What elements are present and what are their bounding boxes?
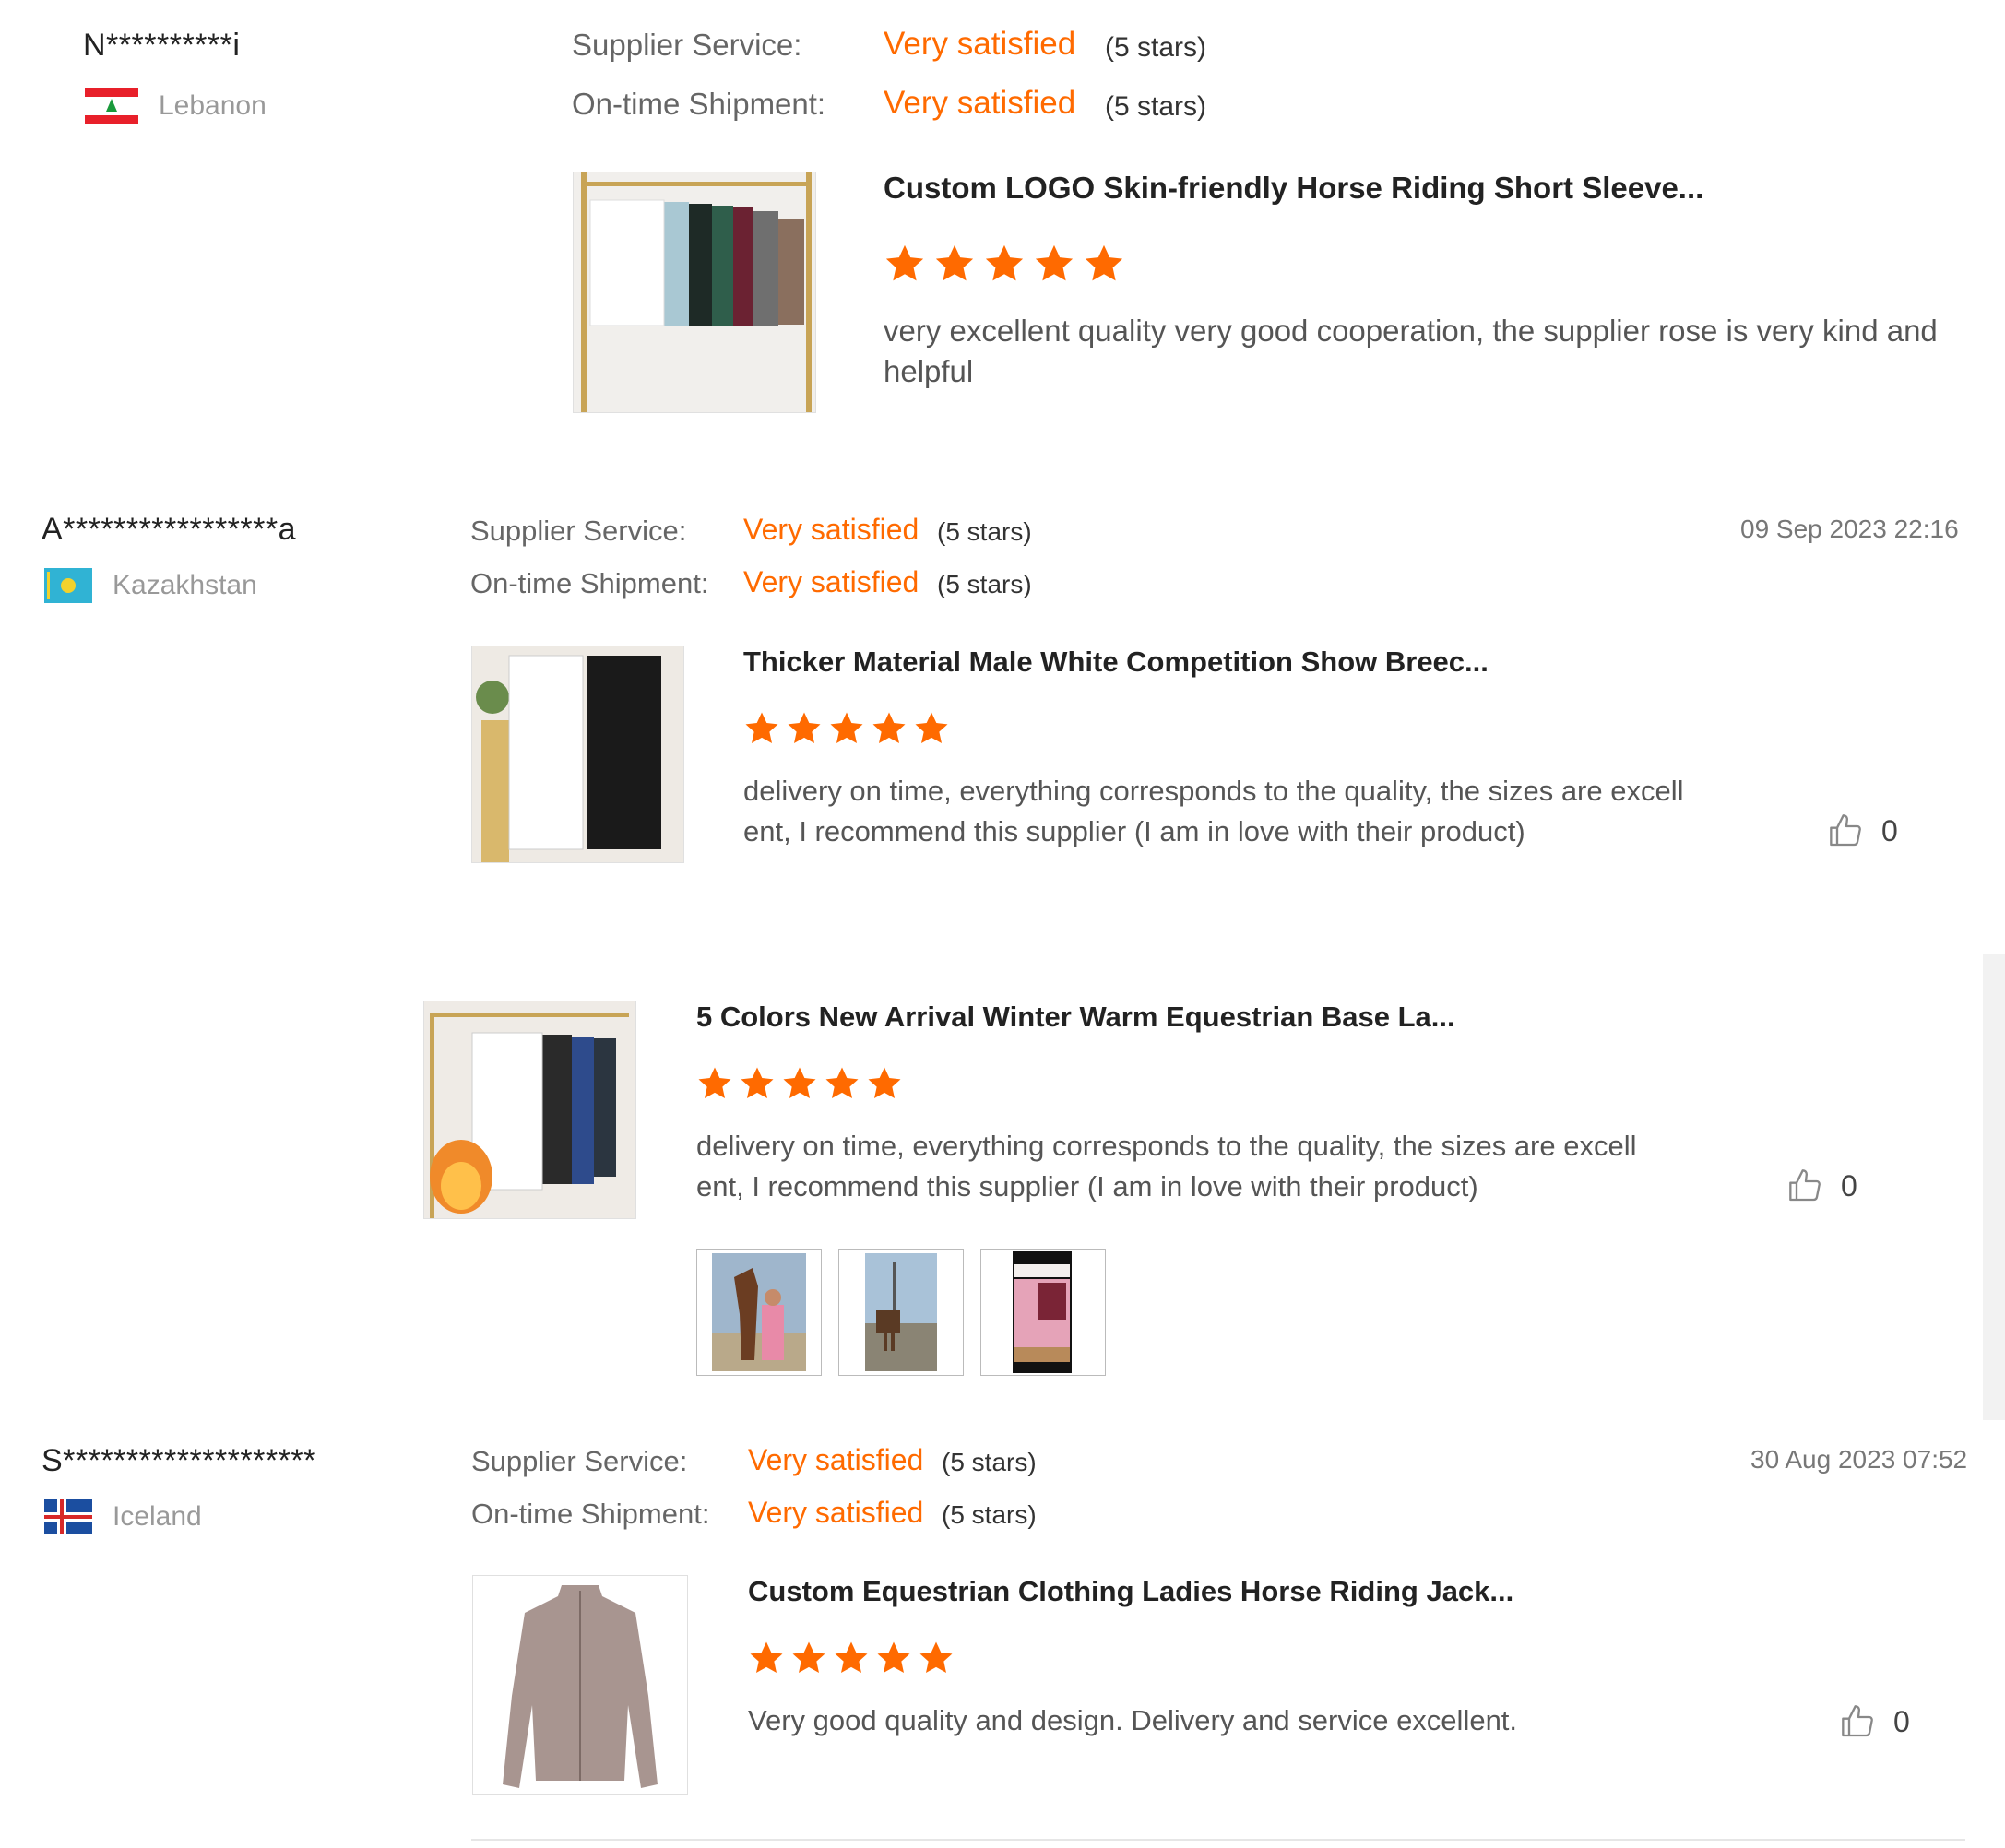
breeches-image bbox=[472, 646, 683, 862]
shipment-stars: (5 stars) bbox=[942, 1500, 1037, 1529]
lebanon-flag-icon bbox=[85, 88, 138, 124]
comment-line: delivery on time, everything corresponds… bbox=[696, 1130, 1637, 1162]
star-icon bbox=[790, 1640, 827, 1676]
supplier-service-value: Very satisfied bbox=[743, 513, 919, 546]
shipment-label: On-time Shipment: bbox=[471, 1498, 710, 1530]
star-icon bbox=[884, 243, 926, 285]
comment-line: delivery on time, everything corresponds… bbox=[743, 775, 1684, 807]
horse-photo-image bbox=[697, 1250, 821, 1375]
shipment-stars: (5 stars) bbox=[1105, 91, 1207, 122]
product-image[interactable] bbox=[573, 172, 816, 413]
reviewer-name: A*****************a bbox=[42, 512, 297, 547]
star-icon bbox=[696, 1065, 733, 1102]
product-rating bbox=[743, 710, 950, 747]
country-name: Kazakhstan bbox=[113, 570, 257, 600]
star-icon bbox=[743, 710, 780, 747]
comment-line: ent, I recommend this supplier (I am in … bbox=[696, 1170, 1478, 1202]
shipment-label: On-time Shipment: bbox=[572, 87, 826, 121]
supplier-service-label: Supplier Service: bbox=[572, 28, 802, 62]
reviewer-country: Iceland bbox=[44, 1499, 202, 1534]
review-date: 30 Aug 2023 07:52 bbox=[1750, 1445, 1968, 1474]
star-icon bbox=[748, 1640, 785, 1676]
star-icon bbox=[866, 1065, 903, 1102]
star-icon bbox=[913, 710, 950, 747]
star-icon bbox=[875, 1640, 912, 1676]
country-name: Lebanon bbox=[159, 90, 267, 121]
star-icon bbox=[1033, 243, 1075, 285]
reviewer-country: Kazakhstan bbox=[44, 568, 257, 603]
scrollbar-track[interactable] bbox=[1983, 954, 2005, 1420]
product-title[interactable]: Custom LOGO Skin-friendly Horse Riding S… bbox=[884, 171, 1703, 206]
supplier-service-stars: (5 stars) bbox=[937, 517, 1032, 546]
product-image[interactable] bbox=[472, 1575, 688, 1795]
review-photo-thumbnail[interactable] bbox=[838, 1249, 964, 1376]
shipment-stars: (5 stars) bbox=[937, 570, 1032, 598]
supplier-service-stars: (5 stars) bbox=[1105, 32, 1207, 63]
iceland-flag-icon bbox=[44, 1499, 92, 1534]
reviewer-country: Lebanon bbox=[85, 88, 267, 124]
star-icon bbox=[871, 710, 908, 747]
shirts-on-rack-image bbox=[574, 172, 815, 412]
country-name: Iceland bbox=[113, 1501, 202, 1532]
product-title[interactable]: 5 Colors New Arrival Winter Warm Equestr… bbox=[696, 1001, 1455, 1034]
review-comment: delivery on time, everything corresponds… bbox=[743, 771, 1684, 852]
product-rating bbox=[748, 1640, 955, 1676]
screenshot-photo-image bbox=[981, 1250, 1105, 1375]
review-comment: Very good quality and design. Delivery a… bbox=[748, 1704, 1518, 1736]
shipment-value: Very satisfied bbox=[884, 85, 1076, 121]
supplier-service-stars: (5 stars) bbox=[942, 1448, 1037, 1476]
thumbs-up-icon bbox=[1840, 1702, 1877, 1741]
riding-jacket-image bbox=[473, 1576, 687, 1794]
product-rating bbox=[696, 1065, 903, 1102]
review-comment: very excellent quality very good coopera… bbox=[884, 314, 1938, 388]
shipment-value: Very satisfied bbox=[743, 565, 919, 598]
supplier-service-label: Supplier Service: bbox=[470, 515, 687, 547]
like-button[interactable]: 0 bbox=[1828, 811, 1898, 850]
product-rating bbox=[884, 243, 1125, 285]
like-button[interactable]: 0 bbox=[1787, 1167, 1857, 1205]
star-icon bbox=[828, 710, 865, 747]
base-layers-image bbox=[424, 1001, 635, 1218]
product-image[interactable] bbox=[423, 1001, 636, 1219]
supplier-service-value: Very satisfied bbox=[884, 26, 1076, 62]
star-icon bbox=[933, 243, 976, 285]
star-icon bbox=[983, 243, 1026, 285]
product-image[interactable] bbox=[471, 646, 684, 863]
horse-photo-image bbox=[839, 1250, 963, 1375]
reviewer-name: S******************** bbox=[42, 1443, 316, 1478]
star-icon bbox=[1083, 243, 1125, 285]
shipment-label: On-time Shipment: bbox=[470, 567, 709, 599]
product-title[interactable]: Custom Equestrian Clothing Ladies Horse … bbox=[748, 1575, 1513, 1608]
like-count: 0 bbox=[1893, 1704, 1910, 1738]
like-count: 0 bbox=[1881, 813, 1898, 847]
star-icon bbox=[739, 1065, 776, 1102]
kazakhstan-flag-icon bbox=[44, 568, 92, 603]
star-icon bbox=[781, 1065, 818, 1102]
review-photo-thumbnail[interactable] bbox=[980, 1249, 1106, 1376]
supplier-service-label: Supplier Service: bbox=[471, 1445, 688, 1477]
thumbs-up-icon bbox=[1828, 811, 1865, 850]
like-count: 0 bbox=[1841, 1168, 1857, 1202]
product-title[interactable]: Thicker Material Male White Competition … bbox=[743, 646, 1489, 679]
star-icon bbox=[824, 1065, 860, 1102]
reviewer-name: N**********i bbox=[83, 28, 241, 63]
review-comment: delivery on time, everything corresponds… bbox=[696, 1126, 1637, 1207]
thumbs-up-icon bbox=[1787, 1167, 1824, 1205]
section-divider bbox=[471, 1839, 1965, 1841]
shipment-value: Very satisfied bbox=[748, 1496, 924, 1529]
star-icon bbox=[833, 1640, 870, 1676]
comment-line: ent, I recommend this supplier (I am in … bbox=[743, 815, 1525, 847]
like-button[interactable]: 0 bbox=[1840, 1702, 1910, 1741]
review-date: 09 Sep 2023 22:16 bbox=[1740, 515, 1959, 543]
supplier-service-value: Very satisfied bbox=[748, 1443, 924, 1476]
review-photo-thumbnail[interactable] bbox=[696, 1249, 822, 1376]
star-icon bbox=[786, 710, 823, 747]
star-icon bbox=[918, 1640, 955, 1676]
